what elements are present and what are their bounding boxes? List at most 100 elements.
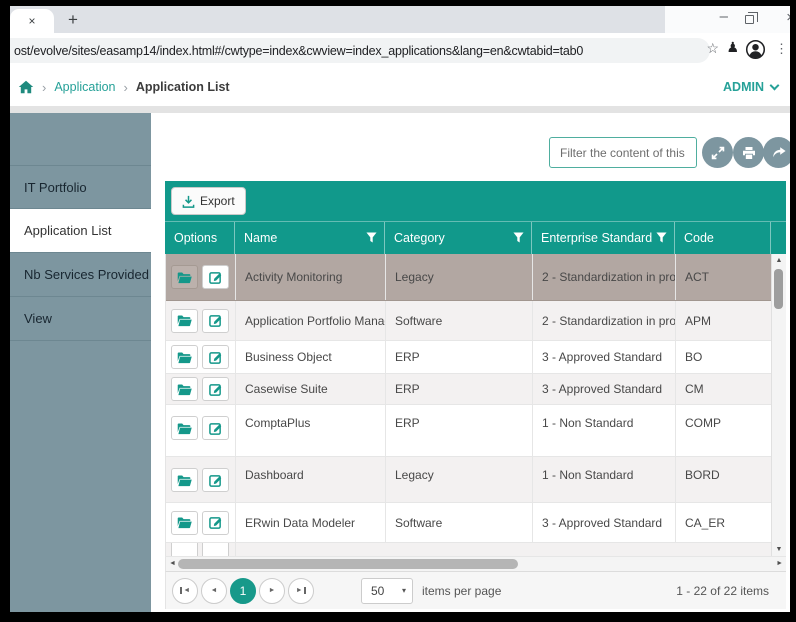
open-folder-button[interactable] xyxy=(171,265,198,289)
breadcrumb-separator: › xyxy=(42,80,46,95)
fullscreen-button[interactable] xyxy=(702,137,733,168)
column-label: Enterprise Standard xyxy=(541,231,652,245)
cell-enterprise-standard: 1 - Non Standard xyxy=(533,405,676,456)
table-row[interactable]: Business Object ERP 3 - Approved Standar… xyxy=(166,341,771,374)
filter-funnel-icon[interactable] xyxy=(366,232,377,246)
column-header-code[interactable]: Code xyxy=(675,222,771,254)
edit-button[interactable] xyxy=(202,511,229,535)
edit-button[interactable] xyxy=(202,468,229,492)
table-row[interactable]: Activity Monitoring Legacy 2 - Standardi… xyxy=(166,254,771,301)
edit-button[interactable] xyxy=(202,309,229,333)
filter-funnel-icon[interactable] xyxy=(513,232,524,246)
horizontal-scrollbar[interactable]: ◄ ► xyxy=(165,556,786,571)
open-folder-button[interactable] xyxy=(171,345,198,369)
bookmark-star-icon[interactable]: ☆ xyxy=(706,41,719,55)
browser-tab[interactable]: × xyxy=(10,9,54,33)
sidebar-item-application-list[interactable]: Application List xyxy=(10,209,151,253)
edit-button[interactable] xyxy=(202,416,229,440)
sidebar-item-view[interactable]: View xyxy=(10,297,151,341)
open-folder-button[interactable] xyxy=(171,416,198,440)
horizontal-scrollbar-thumb[interactable] xyxy=(178,559,518,569)
page-size-select[interactable]: 50 ▾ xyxy=(361,578,413,604)
table-row[interactable]: Application Portfolio Manager Software 2… xyxy=(166,301,771,341)
share-button[interactable] xyxy=(763,137,790,168)
edit-button[interactable] xyxy=(202,377,229,401)
open-folder-button[interactable] xyxy=(171,511,198,535)
table-row[interactable]: Casewise Suite ERP 3 - Approved Standard… xyxy=(166,374,771,405)
new-tab-button[interactable]: + xyxy=(61,8,85,32)
tab-close-icon[interactable]: × xyxy=(28,15,35,27)
profile-avatar[interactable] xyxy=(745,39,766,60)
cell-options xyxy=(166,301,236,340)
last-page-button[interactable]: ► xyxy=(288,578,314,604)
folder-open-icon xyxy=(177,474,192,487)
table-row-clipped[interactable] xyxy=(166,543,771,556)
cell-enterprise-standard: 2 - Standardization in progress xyxy=(533,301,676,340)
scroll-down-icon[interactable]: ▼ xyxy=(772,546,786,553)
application-table: Export Options Name Category xyxy=(165,181,786,609)
page-1-button[interactable]: 1 xyxy=(230,578,256,604)
first-page-button[interactable]: ◄ xyxy=(172,578,198,604)
sidebar-item-it-portfolio[interactable]: IT Portfolio xyxy=(10,165,151,209)
cell-enterprise-standard: 3 - Approved Standard xyxy=(533,374,676,404)
scroll-up-icon[interactable]: ▲ xyxy=(772,257,786,264)
edit-pencil-icon xyxy=(209,351,222,364)
table-body: Activity Monitoring Legacy 2 - Standardi… xyxy=(165,254,786,556)
vertical-scrollbar-thumb[interactable] xyxy=(774,269,783,309)
table-row[interactable]: ComptaPlus ERP 1 - Non Standard COMP xyxy=(166,405,771,457)
breadcrumb-current: Application List xyxy=(136,80,230,94)
chevron-down-icon xyxy=(770,80,780,90)
cell-code: ACT xyxy=(676,254,771,300)
cell-category: Software xyxy=(386,301,533,340)
export-label: Export xyxy=(200,194,235,208)
scroll-left-icon[interactable]: ◄ xyxy=(169,560,176,567)
seek-last-icon: ► xyxy=(296,587,306,594)
breadcrumb-link-application[interactable]: Application xyxy=(54,80,115,94)
edit-button[interactable] xyxy=(202,543,229,556)
cell-name: Activity Monitoring xyxy=(236,254,386,300)
sidebar-item-nb-services-provided[interactable]: Nb Services Provided xyxy=(10,253,151,297)
open-folder-button[interactable] xyxy=(171,543,198,556)
previous-page-button[interactable]: ◄ xyxy=(201,578,227,604)
edit-pencil-icon xyxy=(209,516,222,529)
close-button[interactable]: × xyxy=(786,9,790,26)
vertical-scrollbar[interactable]: ▲ ▼ xyxy=(771,254,786,556)
cell-enterprise-standard: 2 - Standardization in progress xyxy=(533,254,676,300)
url-bar[interactable]: ost/evolve/sites/easamp14/index.html#/cw… xyxy=(10,38,710,63)
content-area: Export Options Name Category xyxy=(151,113,790,612)
cell-name: Business Object xyxy=(236,341,386,373)
folder-open-icon xyxy=(177,314,192,327)
breadcrumb: › Application › Application List ADMIN xyxy=(10,68,790,106)
open-folder-button[interactable] xyxy=(171,468,198,492)
page-filter-input[interactable] xyxy=(549,137,697,168)
browser-menu-icon[interactable]: ⋮ xyxy=(775,42,788,55)
cell-name: Application Portfolio Manager xyxy=(236,301,386,340)
extension-pin-icon[interactable]: ♟ xyxy=(726,40,739,54)
column-header-enterprise-standard[interactable]: Enterprise Standard xyxy=(532,222,675,254)
cell-code: BO xyxy=(676,341,771,373)
column-header-category[interactable]: Category xyxy=(385,222,532,254)
column-header-name[interactable]: Name xyxy=(235,222,385,254)
user-menu[interactable]: ADMIN xyxy=(723,80,778,94)
print-button[interactable] xyxy=(733,137,764,168)
filter-funnel-icon[interactable] xyxy=(656,232,667,246)
edit-pencil-icon xyxy=(209,422,222,435)
folder-open-icon xyxy=(177,271,192,284)
table-header: Options Name Category xyxy=(165,221,786,254)
home-icon[interactable] xyxy=(18,80,34,94)
export-button[interactable]: Export xyxy=(171,187,246,215)
tab-bar: × + – × xyxy=(10,6,790,33)
items-range-label: 1 - 22 of 22 items xyxy=(676,584,769,598)
cell-options xyxy=(166,405,236,456)
edit-button[interactable] xyxy=(202,265,229,289)
scroll-right-icon[interactable]: ► xyxy=(776,560,783,567)
restore-button[interactable] xyxy=(745,15,754,24)
open-folder-button[interactable] xyxy=(171,377,198,401)
cell-category: ERP xyxy=(386,374,533,404)
table-row[interactable]: Dashboard Legacy 1 - Non Standard BORD xyxy=(166,457,771,503)
next-page-button[interactable]: ► xyxy=(259,578,285,604)
minimize-button[interactable]: – xyxy=(720,8,728,25)
open-folder-button[interactable] xyxy=(171,309,198,333)
edit-button[interactable] xyxy=(202,345,229,369)
table-row[interactable]: ERwin Data Modeler Software 3 - Approved… xyxy=(166,503,771,543)
